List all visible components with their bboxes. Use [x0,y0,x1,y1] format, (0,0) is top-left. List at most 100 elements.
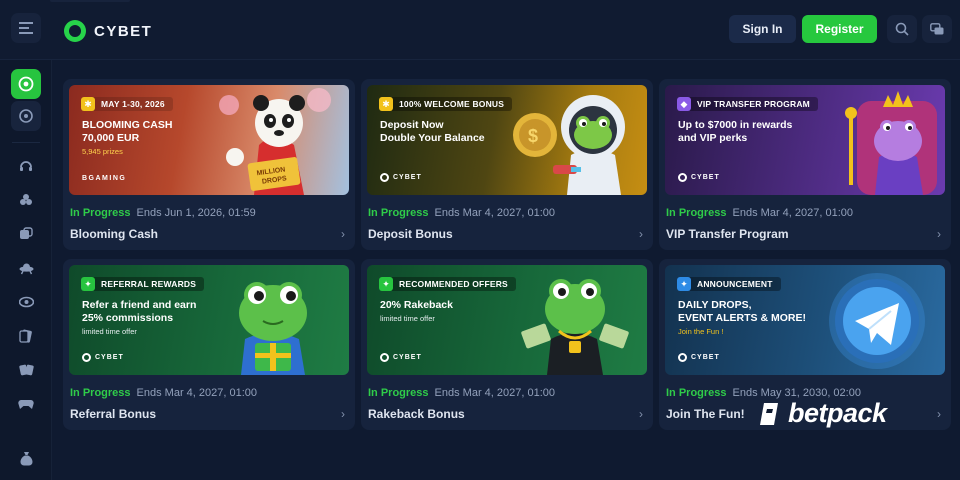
promo-card-vip-transfer[interactable]: ◆ VIP TRANSFER PROGRAM Up to $7000 in re… [659,79,951,250]
promo-brand-text: CYBET [393,174,422,181]
promo-tag: ✱ 100% WELCOME BONUS [379,97,513,111]
promo-status: In Progress [70,207,131,219]
promo-tag-text: REFERRAL REWARDS [101,279,197,289]
menu-icon[interactable] [11,13,41,43]
calendar-icon: ✱ [81,97,95,111]
promo-tag-text: MAY 1-30, 2026 [101,99,165,109]
promo-brand-text: CYBET [393,354,422,361]
promo-status-row: In Progress Ends Jun 1, 2026, 01:59 [70,207,256,219]
sidebar-divider [12,142,40,143]
gamepad-icon[interactable] [16,394,36,414]
chevron-right-icon[interactable]: › [937,227,941,241]
casino-tab-icon[interactable] [11,69,41,99]
promo-brand: CYBET [380,173,422,182]
search-icon[interactable] [887,15,917,43]
promo-title: Blooming Cash [70,227,159,241]
promo-end-date: Ends Mar 4, 2027, 01:00 [434,207,555,219]
promo-headline: Up to $7000 in rewards and VIP perks [678,119,793,144]
sidebar [0,60,52,480]
promo-headline: DAILY DROPS, EVENT ALERTS & MORE! [678,299,806,324]
promo-status-row: In Progress Ends Mar 4, 2027, 01:00 [368,207,555,219]
cybet-mark-icon [678,173,687,182]
sports-tab-icon[interactable] [11,101,41,131]
promo-brand-text: CYBET [95,354,124,361]
promo-end-date: Ends Jun 1, 2026, 01:59 [136,207,256,219]
promo-card-rakeback-bonus[interactable]: ✦ RECOMMENDED OFFERS 20% Rakeback limite… [361,259,653,430]
promo-status-row: In Progress Ends Mar 4, 2027, 01:00 [666,207,853,219]
watermark-text: betpack [788,398,887,428]
logo-mark-icon [64,20,86,42]
top-edge-fragment [50,0,130,2]
promo-tag: ✦ RECOMMENDED OFFERS [379,277,516,291]
promo-tag: ✱ MAY 1-30, 2026 [81,97,173,111]
cybet-mark-icon [82,353,91,362]
sign-in-button[interactable]: Sign In [729,15,796,43]
money-bag-icon[interactable] [16,448,36,468]
promo-status: In Progress [666,207,727,219]
promo-subtext: Join the Fun ! [678,327,724,336]
promo-banner[interactable]: ✦ REFERRAL REWARDS Refer a friend and ea… [69,265,349,375]
eye-icon[interactable] [16,292,36,312]
promo-headline: BLOOMING CASH 70,000 EUR [82,119,173,144]
promo-title: Referral Bonus [70,407,157,421]
promo-brand-text: BGAMING [82,175,127,182]
chevron-right-icon[interactable]: › [639,227,643,241]
promo-tag-text: ANNOUNCEMENT [697,279,773,289]
promo-subtext: 5,945 prizes [82,147,123,156]
promo-status: In Progress [368,207,429,219]
promo-banner[interactable]: MILLION DROPS ✱ MAY 1-30, 2026 BLOOMING … [69,85,349,195]
chevron-right-icon[interactable]: › [341,227,345,241]
promo-card-blooming-cash[interactable]: MILLION DROPS ✱ MAY 1-30, 2026 BLOOMING … [63,79,355,250]
chevron-right-icon[interactable]: › [937,407,941,421]
dice-icon[interactable] [16,224,36,244]
announcement-icon: ✦ [677,277,691,291]
promo-banner[interactable]: $ ✱ 100% WELCOME BONUS Deposit Now Doubl… [367,85,647,195]
plus-icon: ✦ [379,277,393,291]
chevron-right-icon[interactable]: › [341,407,345,421]
promo-brand: CYBET [678,353,720,362]
promo-status-row: In Progress Ends Mar 4, 2027, 01:00 [70,387,257,399]
promo-tag-text: VIP TRANSFER PROGRAM [697,99,810,109]
promo-card-referral-bonus[interactable]: ✦ REFERRAL REWARDS Refer a friend and ea… [63,259,355,430]
promo-brand: CYBET [380,353,422,362]
star-icon: ✱ [379,97,393,111]
promo-subtext: limited time offer [82,327,137,336]
promo-brand-text: CYBET [691,354,720,361]
playing-cards-icon[interactable] [16,326,36,346]
poker-cards-icon[interactable] [16,360,36,380]
ufo-icon[interactable] [16,258,36,278]
promo-status-row: In Progress Ends Mar 4, 2027, 01:00 [368,387,555,399]
promo-banner[interactable]: ✦ RECOMMENDED OFFERS 20% Rakeback limite… [367,265,647,375]
cards-icon[interactable] [16,190,36,210]
cybet-mark-icon [380,353,389,362]
promo-end-date: Ends Mar 4, 2027, 01:00 [434,387,555,399]
promo-banner[interactable]: ◆ VIP TRANSFER PROGRAM Up to $7000 in re… [665,85,945,195]
promo-headline: Refer a friend and earn 25% commissions [82,299,197,324]
promo-headline: 20% Rakeback [380,299,453,311]
logo-text: CYBET [94,22,153,40]
promo-status: In Progress [666,387,727,399]
promo-headline: Deposit Now Double Your Balance [380,119,485,144]
betpack-logo-icon [760,402,778,425]
betpack-watermark: betpack [758,398,887,429]
chat-icon[interactable] [922,15,952,43]
promo-tag-text: RECOMMENDED OFFERS [399,279,508,289]
promo-banner[interactable]: ✦ ANNOUNCEMENT DAILY DROPS, EVENT ALERTS… [665,265,945,375]
promo-title: VIP Transfer Program [666,227,789,241]
cybet-mark-icon [678,353,687,362]
register-button[interactable]: Register [802,15,877,43]
headset-icon[interactable] [16,156,36,176]
chevron-right-icon[interactable]: › [639,407,643,421]
promo-tag: ✦ REFERRAL REWARDS [81,277,205,291]
promo-title: Join The Fun! [666,407,745,421]
promo-card-deposit-bonus[interactable]: $ ✱ 100% WELCOME BONUS Deposit Now Doubl… [361,79,653,250]
logo[interactable]: CYBET [64,19,152,43]
promo-end-date: Ends Mar 4, 2027, 01:00 [732,207,853,219]
vip-icon: ◆ [677,97,691,111]
promo-brand: CYBET [82,353,124,362]
promo-brand: CYBET [678,173,720,182]
promo-title: Deposit Bonus [368,227,453,241]
cybet-mark-icon [380,173,389,182]
promo-brand-text: CYBET [691,174,720,181]
cash-frog-mascot-icon [521,279,629,375]
